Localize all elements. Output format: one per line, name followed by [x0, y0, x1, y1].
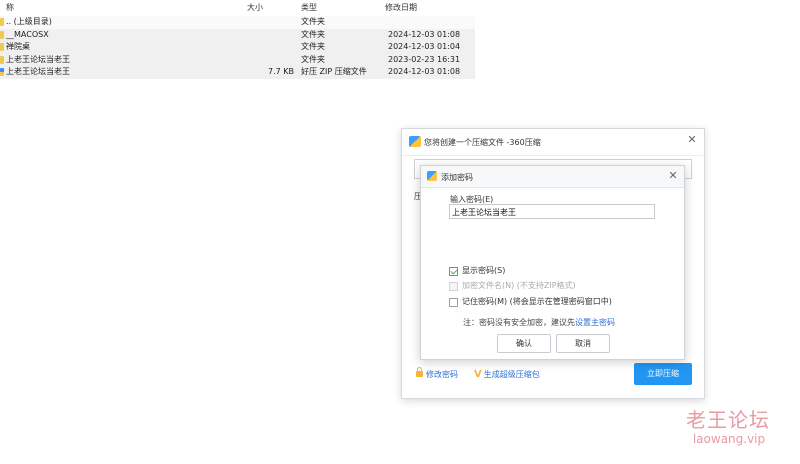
file-name: __MACOSX — [6, 29, 49, 39]
dialog-title: 您将创建一个压缩文件 -360压缩 — [424, 138, 541, 147]
watermark-text: 老王论坛 — [686, 408, 770, 432]
remember-password-label: 记住密码(M) (将会显示在管理密码窗口中) — [462, 297, 612, 306]
header-type[interactable]: 类型 — [301, 0, 317, 16]
file-type: 文件夹 — [301, 29, 325, 39]
file-name: 禅院桌 — [6, 42, 30, 51]
remember-password-checkbox[interactable] — [449, 297, 458, 307]
watermark: 老王论坛 laowang.vip — [686, 408, 770, 446]
encrypt-filename-checkbox — [449, 281, 458, 291]
folder-icon — [0, 30, 4, 39]
show-password-label: 显示密码(S) — [462, 266, 506, 275]
cancel-button[interactable]: 取消 — [556, 334, 610, 353]
folder-icon — [0, 55, 4, 64]
file-row-parent[interactable]: .. (上级目录) 文件夹 — [0, 16, 475, 29]
folder-icon — [0, 43, 4, 51]
edit-password-label: 修改密码 — [426, 370, 458, 379]
file-type: 文件夹 — [301, 42, 325, 51]
file-name: 上老王论坛当老王 — [6, 67, 70, 76]
encrypt-filename-option: 加密文件名(N) (不支持ZIP格式) — [449, 281, 576, 292]
header-name[interactable]: 称 — [6, 0, 14, 16]
file-date: 2024-12-03 01:08 — [388, 29, 461, 39]
v-badge-icon: V — [474, 369, 482, 380]
dialog-titlebar: 您将创建一个压缩文件 -360压缩 ✕ — [402, 129, 704, 156]
add-password-dialog: 添加密码 ✕ 输入密码(E) 上老王论坛当老王 显示密码(S) 加密文件名(N)… — [420, 165, 685, 360]
file-date: 2024-12-03 01:04 — [388, 42, 461, 51]
header-size[interactable]: 大小 — [247, 0, 297, 16]
super-zip-link[interactable]: V 生成超级压缩包 — [474, 369, 540, 380]
set-master-password-link[interactable]: 设置主密码 — [575, 318, 615, 327]
show-password-option[interactable]: 显示密码(S) — [449, 266, 505, 277]
app-360-icon — [427, 171, 437, 181]
note-text: 注：密码没有安全加密，建议先 — [463, 318, 575, 327]
edit-password-link[interactable]: 修改密码 — [416, 367, 458, 380]
show-password-checkbox[interactable] — [449, 266, 458, 276]
super-zip-label: 生成超级压缩包 — [483, 370, 540, 379]
close-icon[interactable]: ✕ — [686, 134, 698, 146]
confirm-button[interactable]: 确认 — [497, 334, 551, 353]
file-row[interactable]: 禅院桌 文件夹 2024-12-03 01:04 — [0, 41, 475, 54]
compress-now-button[interactable]: 立即压缩 — [634, 363, 692, 385]
file-size: 7.7 KB — [268, 67, 294, 76]
list-header: 称 大小 类型 修改日期 — [0, 0, 475, 16]
folder-icon — [0, 18, 4, 26]
file-name: .. (上级目录) — [6, 17, 52, 26]
file-type: 文件夹 — [301, 54, 325, 64]
file-date: 2024-12-03 01:08 — [388, 67, 461, 76]
app-360-icon — [409, 136, 421, 147]
dialog-title: 添加密码 — [441, 173, 473, 182]
file-name: 上老王论坛当老王 — [6, 54, 70, 64]
remember-password-option[interactable]: 记住密码(M) (将会显示在管理密码窗口中) — [449, 297, 612, 308]
close-icon[interactable]: ✕ — [667, 170, 679, 182]
watermark-url: laowang.vip — [692, 432, 766, 446]
encrypt-filename-label: 加密文件名(N) (不支持ZIP格式) — [462, 281, 576, 290]
lock-icon — [416, 367, 423, 377]
file-row[interactable]: __MACOSX 文件夹 2024-12-03 01:08 — [0, 28, 475, 41]
file-date: 2023-02-23 16:31 — [388, 54, 461, 64]
file-type: 文件夹 — [301, 17, 325, 26]
password-input[interactable]: 上老王论坛当老王 — [449, 204, 655, 219]
zip-file-icon — [0, 68, 4, 76]
file-list: 称 大小 类型 修改日期 .. (上级目录) 文件夹 __MACOSX 文件夹 … — [0, 0, 475, 79]
dialog-titlebar: 添加密码 ✕ — [421, 166, 684, 188]
file-row[interactable]: 上老王论坛当老王 7.7 KB 好压 ZIP 压缩文件 2024-12-03 0… — [0, 66, 475, 79]
file-type: 好压 ZIP 压缩文件 — [301, 67, 367, 76]
security-note: 注：密码没有安全加密，建议先设置主密码 — [463, 317, 615, 328]
file-row[interactable]: 上老王论坛当老王 文件夹 2023-02-23 16:31 — [0, 53, 475, 66]
header-date[interactable]: 修改日期 — [385, 0, 417, 16]
